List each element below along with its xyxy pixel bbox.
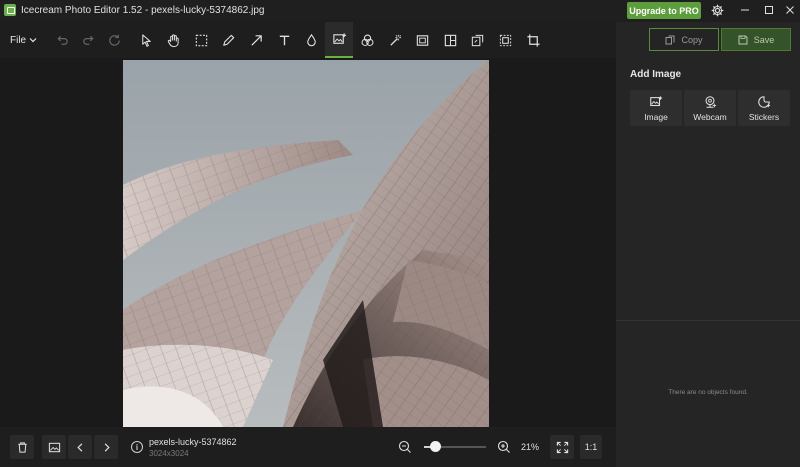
settings-gear-icon[interactable] <box>705 0 729 20</box>
previous-image-icon[interactable] <box>68 435 92 459</box>
gallery-icon[interactable] <box>42 435 66 459</box>
minimize-icon[interactable] <box>733 0 757 20</box>
no-objects-message: There are no objects found. <box>668 389 748 396</box>
resize-icon[interactable] <box>491 22 519 58</box>
copy-button[interactable]: Copy <box>649 28 719 51</box>
toolbar: File <box>0 22 616 58</box>
canvas-area[interactable] <box>0 58 616 427</box>
file-menu[interactable]: File <box>6 30 41 50</box>
fit-to-screen-icon[interactable] <box>550 435 574 459</box>
add-webcam-tile-label: Webcam <box>693 111 727 122</box>
chevron-down-icon <box>29 38 37 43</box>
image-icon <box>650 95 663 106</box>
redo-icon[interactable] <box>74 22 102 58</box>
copy-label: Copy <box>681 34 703 45</box>
next-image-icon[interactable] <box>94 435 118 459</box>
file-menu-label: File <box>10 34 27 46</box>
add-image-title: Add Image <box>630 69 682 80</box>
sticker-icon <box>758 95 771 108</box>
add-image-tile[interactable]: Image <box>630 90 682 126</box>
marquee-icon[interactable] <box>187 22 215 58</box>
add-sticker-tile[interactable]: Stickers <box>738 90 790 126</box>
arrow-icon[interactable] <box>242 22 270 58</box>
close-icon[interactable] <box>778 0 800 20</box>
undo-icon[interactable] <box>48 22 76 58</box>
right-panel-header: Copy Save <box>616 22 800 58</box>
pencil-icon[interactable] <box>214 22 242 58</box>
text-icon[interactable] <box>270 22 298 58</box>
collage-icon[interactable] <box>436 22 464 58</box>
upgrade-button[interactable]: Upgrade to PRO <box>627 2 701 19</box>
zoom-out-icon[interactable] <box>398 440 412 454</box>
trash-icon[interactable] <box>10 435 34 459</box>
window-title: Icecream Photo Editor 1.52 - pexels-luck… <box>21 4 265 16</box>
magic-wand-icon[interactable] <box>381 22 409 58</box>
filters-icon[interactable] <box>353 22 381 58</box>
save-button[interactable]: Save <box>721 28 791 51</box>
crop-icon[interactable] <box>519 22 547 58</box>
drop-icon[interactable] <box>297 22 325 58</box>
webcam-icon <box>705 95 717 108</box>
actual-size-button[interactable]: 1:1 <box>580 435 602 459</box>
frame-icon[interactable] <box>408 22 436 58</box>
info-icon[interactable]: i <box>131 441 143 453</box>
app-logo-icon <box>4 4 16 16</box>
app-window: Icecream Photo Editor 1.52 - pexels-luck… <box>0 0 800 467</box>
save-icon <box>738 35 748 44</box>
photo-canvas[interactable] <box>123 60 489 427</box>
add-webcam-tile[interactable]: Webcam <box>684 90 736 126</box>
zoom-percentage: 21% <box>521 442 540 452</box>
export-icon[interactable] <box>463 22 491 58</box>
reset-icon[interactable] <box>100 22 128 58</box>
zoom-slider-thumb[interactable] <box>429 441 441 452</box>
copy-icon <box>665 35 675 44</box>
hand-icon[interactable] <box>159 22 187 58</box>
zoom-in-icon[interactable] <box>497 440 511 454</box>
panel-divider <box>616 320 800 321</box>
add-image-icon[interactable] <box>325 22 353 58</box>
right-panel: Copy Save Add Image Image Webcam Sticker… <box>616 22 800 467</box>
save-label: Save <box>753 34 775 45</box>
add-sticker-tile-label: Stickers <box>748 111 780 122</box>
bottom-bar: i pexels-lucky-5374862 3024x3024 21% 1:1 <box>0 427 616 467</box>
file-dimensions: 3024x3024 <box>149 449 189 458</box>
file-name: pexels-lucky-5374862 <box>149 437 237 447</box>
cursor-icon[interactable] <box>132 22 160 58</box>
add-image-tile-label: Image <box>644 111 668 122</box>
architecture-photo <box>123 60 489 427</box>
